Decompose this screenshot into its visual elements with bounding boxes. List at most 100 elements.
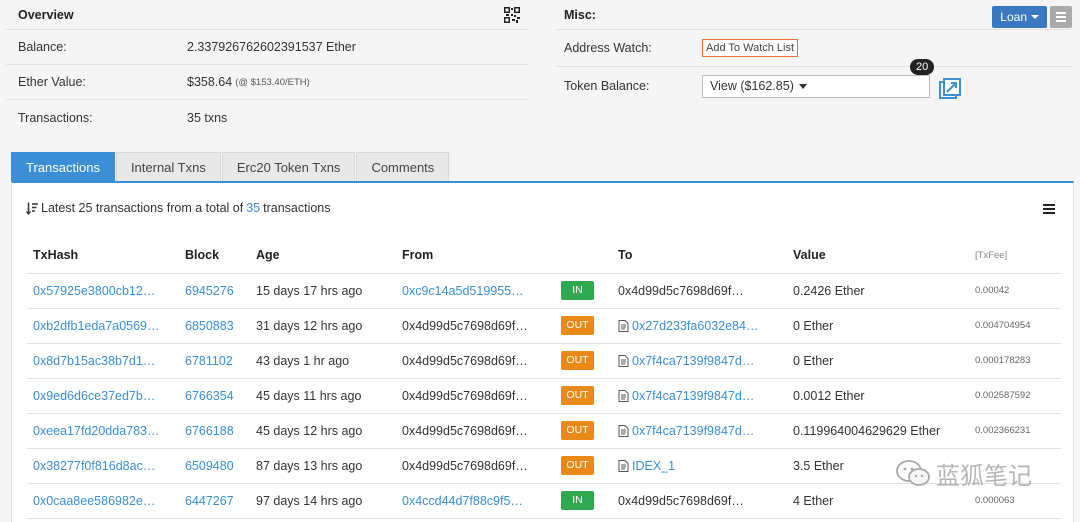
- table-row: 0x57925e3800cb12… 6945276 15 days 17 hrs…: [27, 273, 1061, 309]
- block-link[interactable]: 6766188: [179, 413, 250, 449]
- overview-header: Overview: [6, 0, 528, 30]
- tx-age: 87 days 13 hrs ago: [250, 448, 396, 484]
- tx-to-link[interactable]: 0x7f4ca7139f9847d…: [632, 389, 754, 403]
- direction-badge: OUT: [561, 421, 594, 440]
- direction-badge: OUT: [561, 351, 594, 370]
- token-balance-select[interactable]: View ($162.85): [702, 74, 930, 98]
- table-row: 0x8d7b15ac38b7d1… 6781102 43 days 1 hr a…: [27, 343, 1061, 379]
- tx-to-link[interactable]: IDEX_1: [632, 459, 675, 473]
- tx-value: 0 Ether: [787, 343, 969, 379]
- header-block: Block: [179, 238, 250, 274]
- tx-to-link[interactable]: 0x27d233fa6032e84…: [632, 319, 759, 333]
- tx-hash-link[interactable]: 0x9ed6d6ce37ed7b…: [27, 378, 179, 414]
- tx-hash-link[interactable]: 0x0caa8ee586982e…: [27, 483, 179, 519]
- tx-to-link[interactable]: 0x7f4ca7139f9847d…: [632, 424, 754, 438]
- misc-panel: Misc: Loan Address Watch: Add To Watch L…: [556, 0, 1072, 140]
- tx-age: 45 days 12 hrs ago: [250, 413, 396, 449]
- tx-fee: 0.004704954: [969, 308, 1061, 344]
- contract-icon: [618, 354, 629, 367]
- tx-age: 15 days 17 hrs ago: [250, 273, 396, 309]
- ether-value-label: Ether Value:: [18, 75, 86, 89]
- chat-bubbles-icon: [896, 459, 930, 486]
- summary-suffix: transactions: [263, 201, 331, 215]
- contract-icon: [618, 319, 629, 332]
- tx-hash-link[interactable]: 0x8d7b15ac38b7d1…: [27, 343, 179, 379]
- token-balance-row: Token Balance: View ($162.85) 20: [556, 59, 1072, 105]
- tx-to: 0x4d99d5c7698d69f…: [612, 483, 787, 519]
- transactions-row: Transactions: 35 txns: [6, 100, 528, 135]
- tx-direction-cell: OUT: [555, 378, 612, 414]
- tx-age: 97 days 14 hrs ago: [250, 483, 396, 519]
- tx-from: 0x4d99d5c7698d69f…: [396, 343, 555, 379]
- summary-total-link[interactable]: 35: [246, 201, 260, 215]
- list-view-button[interactable]: [1050, 6, 1072, 28]
- block-link[interactable]: 6945276: [179, 273, 250, 309]
- table-row: 0xeea17fd20dda783… 6766188 45 days 12 hr…: [27, 413, 1061, 449]
- direction-badge: IN: [561, 491, 594, 510]
- block-link[interactable]: 6509480: [179, 448, 250, 484]
- token-select-value: View ($162.85): [710, 79, 794, 93]
- add-to-watch-list-button[interactable]: Add To Watch List: [702, 39, 799, 57]
- tx-to-text: 0x4d99d5c7698d69f…: [618, 493, 744, 508]
- tx-from-link[interactable]: 0x4ccd44d7f88c9f5…: [396, 483, 555, 519]
- menu-icon[interactable]: [1043, 204, 1055, 214]
- tab-comments[interactable]: Comments: [356, 152, 450, 182]
- contract-icon: [618, 389, 629, 402]
- ether-value-row: Ether Value: $358.64 (@ $153.40/ETH): [6, 65, 528, 100]
- balance-row: Balance: 2.337926762602391537 Ether: [6, 30, 528, 65]
- tx-hash-link[interactable]: 0xeea17fd20dda783…: [27, 413, 179, 449]
- loan-dropdown-button[interactable]: Loan: [992, 6, 1047, 28]
- header-from: From: [396, 238, 555, 274]
- tx-direction-cell: OUT: [555, 448, 612, 484]
- tx-from-link[interactable]: 0xc9c14a5d519955…: [396, 273, 555, 309]
- block-link[interactable]: 6766354: [179, 378, 250, 414]
- qr-code-icon[interactable]: [504, 6, 520, 23]
- tx-direction-cell: OUT: [555, 413, 612, 449]
- transactions-value: 35 txns: [187, 110, 228, 125]
- tx-hash-link[interactable]: 0x57925e3800cb12…: [27, 273, 179, 309]
- misc-title: Misc:: [564, 7, 596, 22]
- header-txhash: TxHash: [27, 238, 179, 274]
- caret-down-icon: [1031, 15, 1039, 19]
- tx-from: 0x4d99d5c7698d69f…: [396, 378, 555, 414]
- tx-from: 0x4d99d5c7698d69f…: [396, 448, 555, 484]
- tx-value: 0.0012 Ether: [787, 378, 969, 414]
- contract-icon: [618, 424, 629, 437]
- tx-to-link[interactable]: 0x7f4ca7139f9847d…: [632, 354, 754, 368]
- token-count-badge: 20: [910, 59, 935, 75]
- tx-direction-cell: OUT: [555, 343, 612, 379]
- tab-bar: Transactions Internal Txns Erc20 Token T…: [11, 152, 450, 182]
- header-txfee: [TxFee]: [969, 238, 1061, 274]
- address-watch-row: Address Watch: Add To Watch List: [556, 30, 1072, 67]
- overview-panel: Overview Balance: 2.337926762602391537 E…: [6, 0, 528, 140]
- table-row: 0xb2dfb1eda7a0569… 6850883 31 days 12 hr…: [27, 308, 1061, 344]
- tab-erc20-token-txns[interactable]: Erc20 Token Txns: [221, 152, 356, 182]
- tx-to-text: 0x4d99d5c7698d69f…: [618, 283, 744, 298]
- ether-value-value: $358.64: [187, 75, 233, 89]
- tx-direction-cell: OUT: [555, 308, 612, 344]
- tab-transactions[interactable]: Transactions: [11, 152, 115, 182]
- misc-header: Misc: Loan: [556, 0, 1072, 30]
- contract-icon: [618, 459, 629, 472]
- ether-price: (@ $153.40/ETH): [235, 76, 310, 88]
- tx-fee: 0.002587592: [969, 378, 1061, 414]
- tx-age: 45 days 11 hrs ago: [250, 378, 396, 414]
- tx-value: 0.119964004629629 Ether: [787, 413, 969, 449]
- block-link[interactable]: 6850883: [179, 308, 250, 344]
- tx-to: 0x7f4ca7139f9847d…: [612, 378, 787, 414]
- expand-token-view-icon[interactable]: [939, 78, 961, 100]
- overview-title: Overview: [18, 7, 74, 22]
- tab-internal-txns[interactable]: Internal Txns: [115, 152, 221, 182]
- misc-buttons: Loan: [992, 6, 1072, 28]
- tx-hash-link[interactable]: 0xb2dfb1eda7a0569…: [27, 308, 179, 344]
- tx-value: 0.2426 Ether: [787, 273, 969, 309]
- watermark-text: 蓝狐笔记: [936, 463, 1032, 490]
- block-link[interactable]: 6781102: [179, 343, 250, 379]
- direction-badge: OUT: [561, 386, 594, 405]
- caret-down-icon: [798, 83, 807, 89]
- block-link[interactable]: 6447267: [179, 483, 250, 519]
- tx-hash-link[interactable]: 0x38277f0f816d8ac…: [27, 448, 179, 484]
- tx-from: 0x4d99d5c7698d69f…: [396, 308, 555, 344]
- tx-value: 0 Ether: [787, 308, 969, 344]
- transactions-summary: Latest 25 transactions from a total of 3…: [26, 201, 331, 215]
